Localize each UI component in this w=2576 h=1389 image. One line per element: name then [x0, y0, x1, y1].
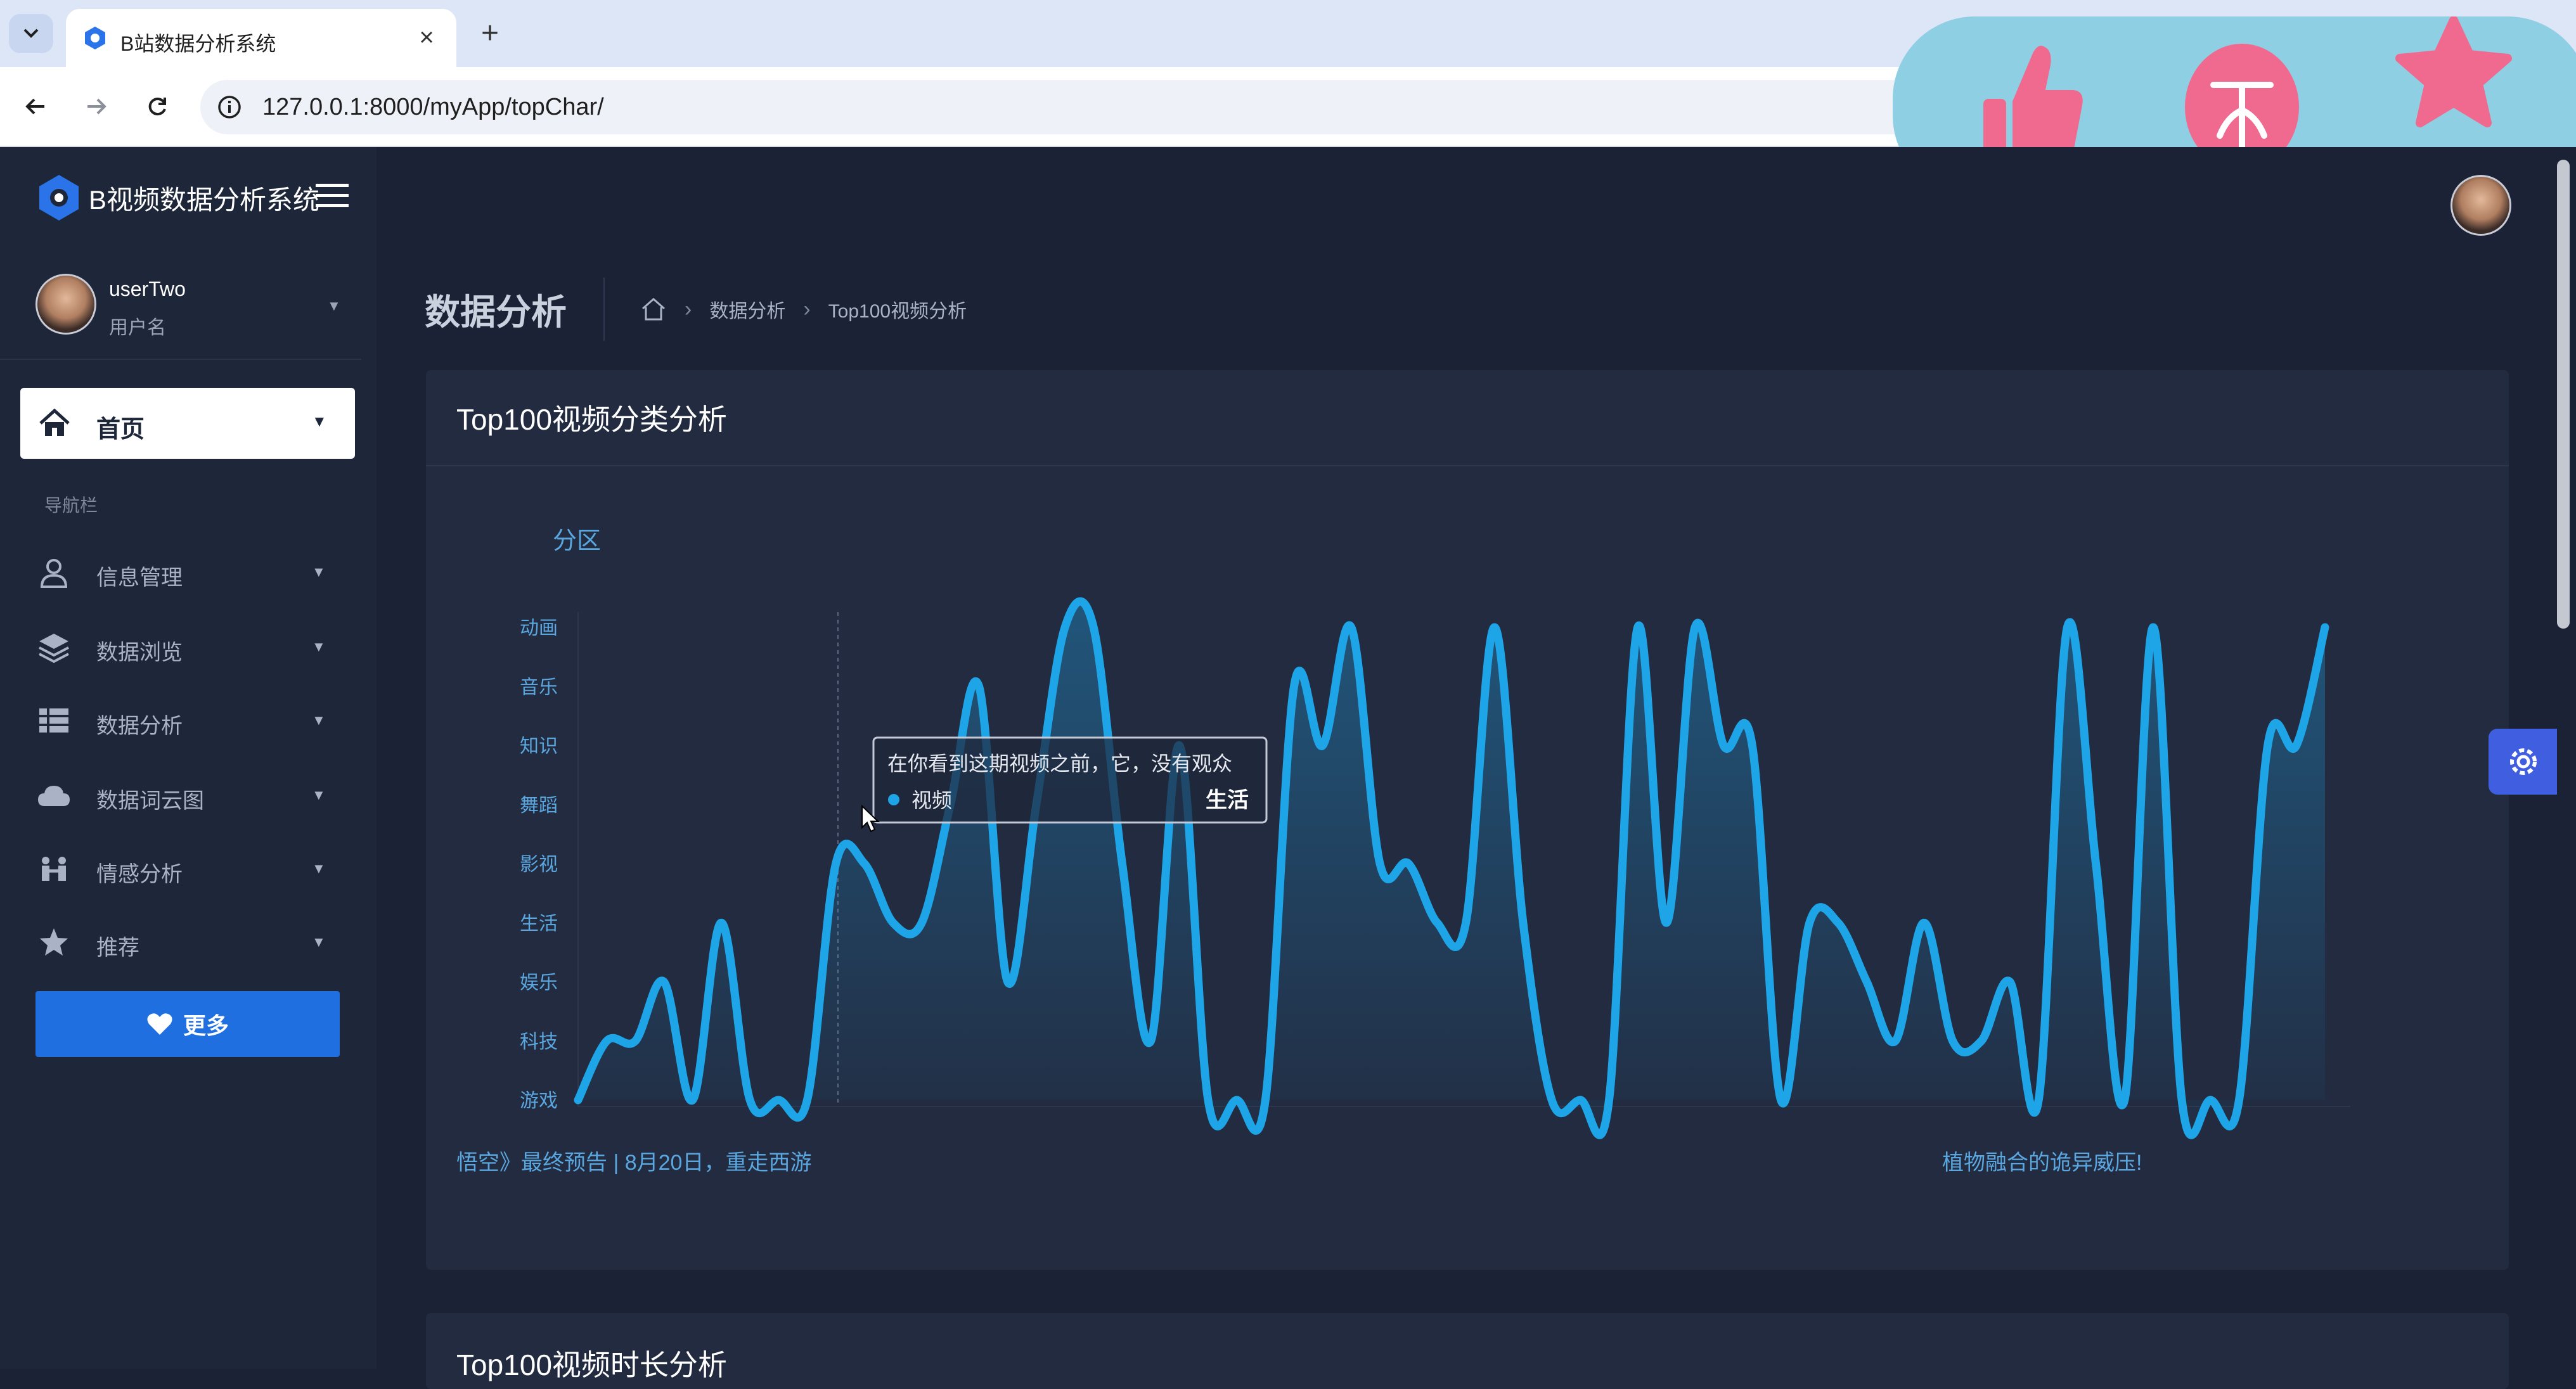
brand-name: B视频数据分析系统 [89, 179, 319, 217]
avatar [35, 274, 96, 335]
brand[interactable]: B视频数据分析系统 [37, 169, 319, 227]
tooltip-series: 视频 [911, 789, 952, 812]
arrow-left-icon [23, 94, 48, 119]
y-tick-label: 影视 [520, 854, 558, 875]
sidebar-item-label: 首页 [96, 409, 145, 444]
scrollbar-thumb[interactable] [2557, 160, 2570, 629]
caret-down-icon: ▼ [327, 298, 341, 314]
duration-analysis-card: Top100视频时长分析 [426, 1313, 2509, 1389]
sidebar-item-label: 推荐 [96, 930, 139, 961]
user-profile[interactable]: userTwo 用户名 ▼ [0, 248, 361, 360]
forward-button[interactable] [76, 86, 117, 127]
tooltip-value: 生活 [1206, 788, 1249, 812]
url-text: 127.0.0.1:8000/myApp/topChar/ [262, 94, 604, 121]
y-tick-label: 游戏 [520, 1091, 558, 1111]
table-icon [37, 705, 71, 736]
people-icon [37, 853, 71, 885]
x-tick-label: 植物融合的诡异威压! [1942, 1151, 2142, 1175]
y-tick-label: 娱乐 [520, 973, 558, 994]
user-name: userTwo [109, 278, 186, 301]
tab-title: B站数据分析系统 [120, 28, 276, 57]
caret-down-icon: ▼ [312, 934, 326, 951]
caret-down-icon: ▼ [312, 861, 326, 877]
y-tick-label: 知识 [520, 736, 558, 757]
y-tick-label: 音乐 [520, 677, 558, 698]
nav-caption: 导航栏 [44, 492, 98, 517]
breadcrumb-separator: › [685, 297, 692, 322]
breadcrumb: › 数据分析 › Top100视频分析 [640, 291, 967, 327]
sidebar-item-info-management[interactable]: 信息管理 ▼ [0, 540, 361, 603]
sidebar-item-label: 数据分析 [96, 708, 183, 739]
hamburger-icon [314, 180, 350, 212]
y-axis: 游戏 科技 娱乐 生活 影视 舞蹈 知识 音乐 动画 [520, 618, 558, 1111]
sidebar-item-data-browse[interactable]: 数据浏览 ▼ [0, 615, 361, 678]
gear-icon [2504, 743, 2542, 781]
arrow-right-icon [84, 94, 109, 119]
breadcrumb-item: Top100视频分析 [828, 295, 967, 323]
y-tick-label: 生活 [520, 913, 558, 934]
breadcrumb-separator: › [803, 297, 810, 322]
reload-icon [145, 94, 170, 119]
tooltip-title: 在你看到这期视频之前，它，没有观众 [887, 752, 1232, 775]
mouse-cursor-icon [861, 805, 880, 834]
back-button[interactable] [15, 86, 56, 127]
chevron-down-icon [23, 28, 39, 39]
y-tick-label: 舞蹈 [520, 795, 558, 816]
favorite-button[interactable] [2393, 16, 2514, 131]
reload-button[interactable] [137, 86, 177, 127]
y-tick-label: 动画 [520, 618, 558, 639]
caret-down-icon: ▼ [312, 564, 326, 580]
sidebar-item-recommend[interactable]: 推荐 ▼ [0, 910, 361, 973]
more-button-label: 更多 [183, 1008, 229, 1040]
menu-toggle-button[interactable] [314, 180, 352, 215]
sidebar-item-label: 情感分析 [96, 857, 183, 888]
sidebar-item-label: 信息管理 [96, 560, 183, 591]
caret-down-icon: ▼ [312, 413, 327, 431]
sidebar-item-label: 数据浏览 [96, 635, 183, 666]
user-icon [37, 556, 71, 588]
scrollbar[interactable] [2557, 147, 2576, 1369]
caret-down-icon: ▼ [312, 712, 326, 729]
card-title: Top100视频时长分析 [456, 1342, 727, 1384]
divider [603, 278, 605, 341]
cloud-icon [37, 779, 71, 811]
star-icon [37, 926, 71, 958]
tooltip: 在你看到这期视频之前，它，没有观众 视频 生活 [873, 738, 1266, 823]
tab-list-button[interactable] [9, 14, 53, 53]
site-info-icon[interactable] [212, 89, 247, 125]
card-title: Top100视频分类分析 [456, 397, 727, 438]
home-icon[interactable] [640, 296, 667, 323]
caret-down-icon: ▼ [312, 639, 326, 655]
site-favicon-icon [82, 25, 108, 51]
y-axis-title: 分区 [553, 528, 601, 554]
sidebar-item-sentiment[interactable]: 情感分析 ▼ [0, 836, 361, 900]
sidebar-item-home[interactable]: 首页 ▼ [20, 388, 355, 459]
sidebar-item-word-cloud[interactable]: 数据词云图 ▼ [0, 763, 361, 826]
settings-button[interactable] [2489, 729, 2558, 795]
active-tab[interactable]: B站数据分析系统 × [66, 9, 456, 67]
heart-icon [146, 1012, 173, 1036]
breadcrumb-item[interactable]: 数据分析 [709, 295, 785, 323]
caret-down-icon: ▼ [312, 787, 326, 803]
tooltip-marker [888, 794, 899, 805]
x-tick-label: 悟空》最终预告 | 8月20日，重走西游 [456, 1151, 811, 1175]
category-area-chart[interactable]: 分区 游戏科技娱乐生活影视舞蹈知识音乐动画 在你看到这期视频之前，它，没有观众 … [426, 466, 2509, 1270]
user-role: 用户名 [109, 312, 166, 340]
app-root: B视频数据分析系统 userTwo 用户名 ▼ 首页 ▼ 导航栏 信息管理 ▼ [0, 147, 2576, 1369]
star-icon [2393, 16, 2514, 131]
page-title: 数据分析 [425, 284, 567, 335]
layers-icon [37, 631, 71, 663]
sidebar: B视频数据分析系统 userTwo 用户名 ▼ 首页 ▼ 导航栏 信息管理 ▼ [0, 147, 377, 1369]
logo-icon [37, 172, 81, 223]
more-button[interactable]: 更多 [35, 991, 340, 1057]
home-icon [38, 407, 71, 440]
new-tab-button[interactable]: + [469, 14, 511, 56]
sidebar-item-data-analysis[interactable]: 数据分析 ▼ [0, 688, 361, 752]
header-avatar[interactable] [2450, 175, 2511, 236]
y-tick-label: 科技 [520, 1032, 558, 1053]
sidebar-item-label: 数据词云图 [96, 783, 204, 814]
tab-close-icon[interactable]: × [411, 22, 442, 53]
category-analysis-card: Top100视频分类分析 分区 游戏科技娱乐生活影视舞蹈知识音乐动画 在你看到这… [426, 370, 2509, 1270]
